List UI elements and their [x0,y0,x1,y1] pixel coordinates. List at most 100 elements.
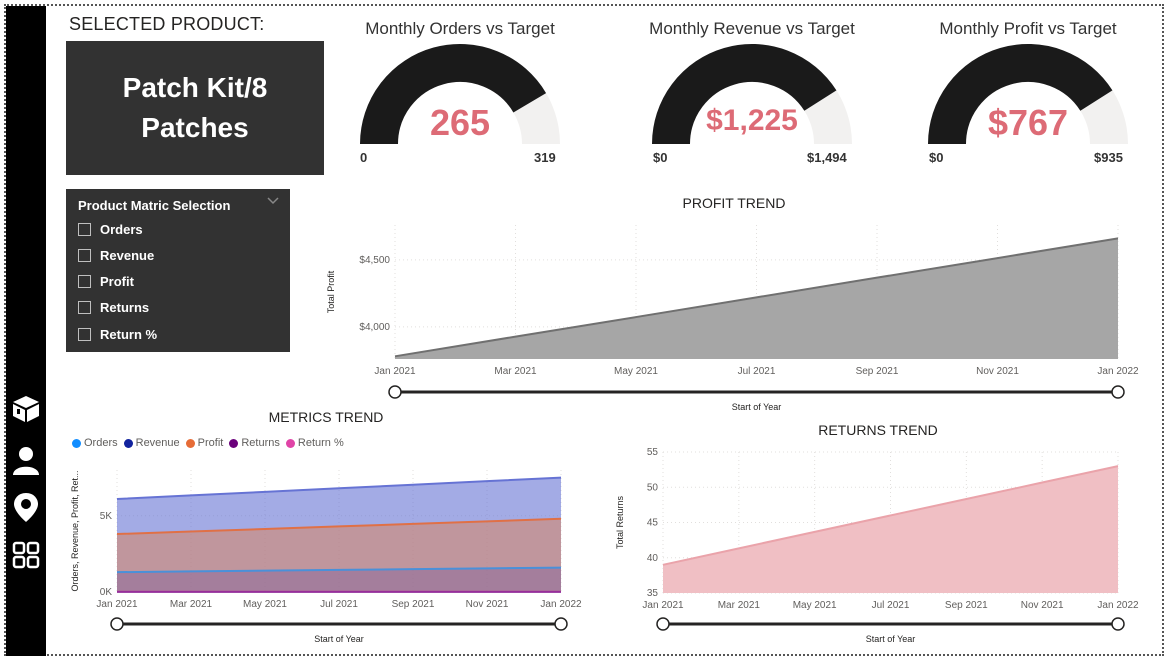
x-tick-label: Sep 2021 [392,599,435,610]
orders-gauge-min: 0 [360,150,368,165]
metrics-legend: Orders Revenue Profit Returns Return % [72,437,344,449]
y-axis-title: Total Profit [326,270,336,313]
profit-gauge-max: $935 [1094,150,1123,165]
x-tick-label: May 2021 [614,366,658,377]
range-slider-handle-start [656,617,670,631]
x-tick-label: Nov 2021 [466,599,509,610]
range-slider-handle-end [1111,385,1125,399]
dashboard-grid-icon[interactable] [10,539,42,571]
revenue-gauge-max: $1,494 [807,150,847,165]
range-slider-handle-start [110,617,124,631]
x-tick-label: Jan 2021 [374,366,416,377]
legend-item-returns[interactable]: Returns [229,437,280,449]
x-tick-label: Jan 2021 [96,599,138,610]
legend-label: Returns [241,437,280,449]
x-tick-label: Jan 2021 [642,600,684,611]
selected-product-label: SELECTED PRODUCT: [69,14,265,34]
profit-gauge-min: $0 [929,150,944,165]
y-axis-title: Orders, Revenue, Profit, Ret... [70,470,80,591]
y-tick-label: $4,500 [359,255,390,266]
slicer-item-revenue[interactable]: Revenue [78,245,154,265]
x-tick-label: Jan 2022 [1097,366,1139,377]
legend-dot [123,438,133,448]
x-tick-label: Nov 2021 [976,366,1019,377]
box-icon[interactable] [10,393,42,425]
x-axis-title: Start of Year [732,402,782,412]
product-metric-slicer: Product Matric Selection Orders Revenue … [66,189,290,352]
x-tick-label: Mar 2021 [718,600,761,611]
y-tick-label: 35 [647,588,659,599]
orders-gauge-value: 265 [429,102,491,143]
slicer-item-orders[interactable]: Orders [78,219,143,239]
slicer-item-label: Revenue [100,247,155,263]
range-slider-handle-end [554,617,568,631]
legend-item-orders[interactable]: Orders [72,437,118,449]
checkbox[interactable] [78,274,91,288]
slicer-title: Product Matric Selection [78,198,231,213]
slicer-item-returns[interactable]: Returns [78,297,149,317]
slicer-item-return-pct[interactable]: Return % [78,324,157,344]
x-tick-label: Nov 2021 [1021,600,1064,611]
area-fill-returns [663,466,1118,593]
y-tick-label: 55 [647,447,659,458]
profit-trend-title: PROFIT TREND [682,195,786,211]
legend-item-profit[interactable]: Profit [185,437,224,449]
x-tick-label: May 2021 [243,599,287,610]
legend-label: Orders [84,437,118,449]
revenue-gauge [652,44,852,145]
legend-label: Profit [197,437,224,449]
legend-dot [72,438,81,448]
checkbox[interactable] [78,300,91,314]
profit-gauge-value: $767 [987,102,1069,143]
x-tick-label: Jul 2021 [320,599,358,610]
person-icon[interactable] [10,444,42,476]
revenue-gauge-value: $1,225 [706,104,798,137]
checkbox[interactable] [78,248,91,262]
slicer-item-label: Orders [100,221,143,237]
x-tick-label: Mar 2021 [494,366,537,377]
metrics-trend-chart: 0K 5K Jan 2021 Mar 2021 May 2021 Jul 2021 Sep … [70,470,582,644]
y-tick-label: 50 [647,482,659,493]
y-axis-title: Total Returns [615,495,625,549]
x-tick-label: Jan 2022 [540,599,582,610]
revenue-gauge-title: Monthly Revenue vs Target [649,19,855,38]
legend-item-return-pct[interactable]: Return % [285,437,344,449]
legend-label: Revenue [135,437,180,449]
sidebar-nav [6,6,46,656]
slicer-item-label: Returns [100,299,150,315]
slicer-item-profit[interactable]: Profit [78,271,134,291]
location-pin-icon[interactable] [10,491,42,523]
x-tick-label: Jan 2022 [1097,600,1139,611]
y-tick-label: 40 [647,553,659,564]
returns-trend-chart: 35 40 45 50 55 Jan 2021 Mar 2021 May 2021 Jul 20… [615,447,1139,644]
checkbox[interactable] [78,222,91,236]
legend-dot [285,438,295,448]
metrics-trend-title: METRICS TREND [268,409,384,425]
profit-gauge-title: Monthly Profit vs Target [939,19,1117,38]
selected-product-card: Patch Kit/8 Patches [66,41,324,175]
chevron-down-icon[interactable] [267,196,279,206]
x-tick-label: Mar 2021 [170,599,213,610]
x-tick-label: Jul 2021 [872,600,910,611]
returns-trend-title: RETURNS TREND [818,422,938,438]
x-tick-label: May 2021 [793,600,837,611]
y-tick-label: $4,000 [359,322,390,333]
legend-item-revenue[interactable]: Revenue [123,437,180,449]
slicer-item-label: Profit [100,273,134,289]
x-axis-title: Start of Year [314,634,364,644]
y-tick-label: 0K [100,587,113,598]
slicer-item-label: Return % [100,326,158,342]
orders-gauge-title: Monthly Orders vs Target [365,19,555,38]
x-tick-label: Sep 2021 [856,366,899,377]
y-tick-label: 5K [100,511,113,522]
x-tick-label: Jul 2021 [738,366,776,377]
profit-trend-chart: $4,000 $4,500 Jan 2021 Mar 2021 May 2021 Jul … [326,225,1139,412]
selected-product-name: Patch Kit/8 Patches [122,72,268,143]
legend-dot [185,438,195,448]
x-axis-title: Start of Year [866,634,916,644]
checkbox[interactable] [78,327,91,341]
range-slider-handle-start [388,385,402,399]
orders-gauge-max: 319 [534,150,556,165]
x-tick-label: Sep 2021 [945,600,988,611]
revenue-gauge-min: $0 [653,150,668,165]
